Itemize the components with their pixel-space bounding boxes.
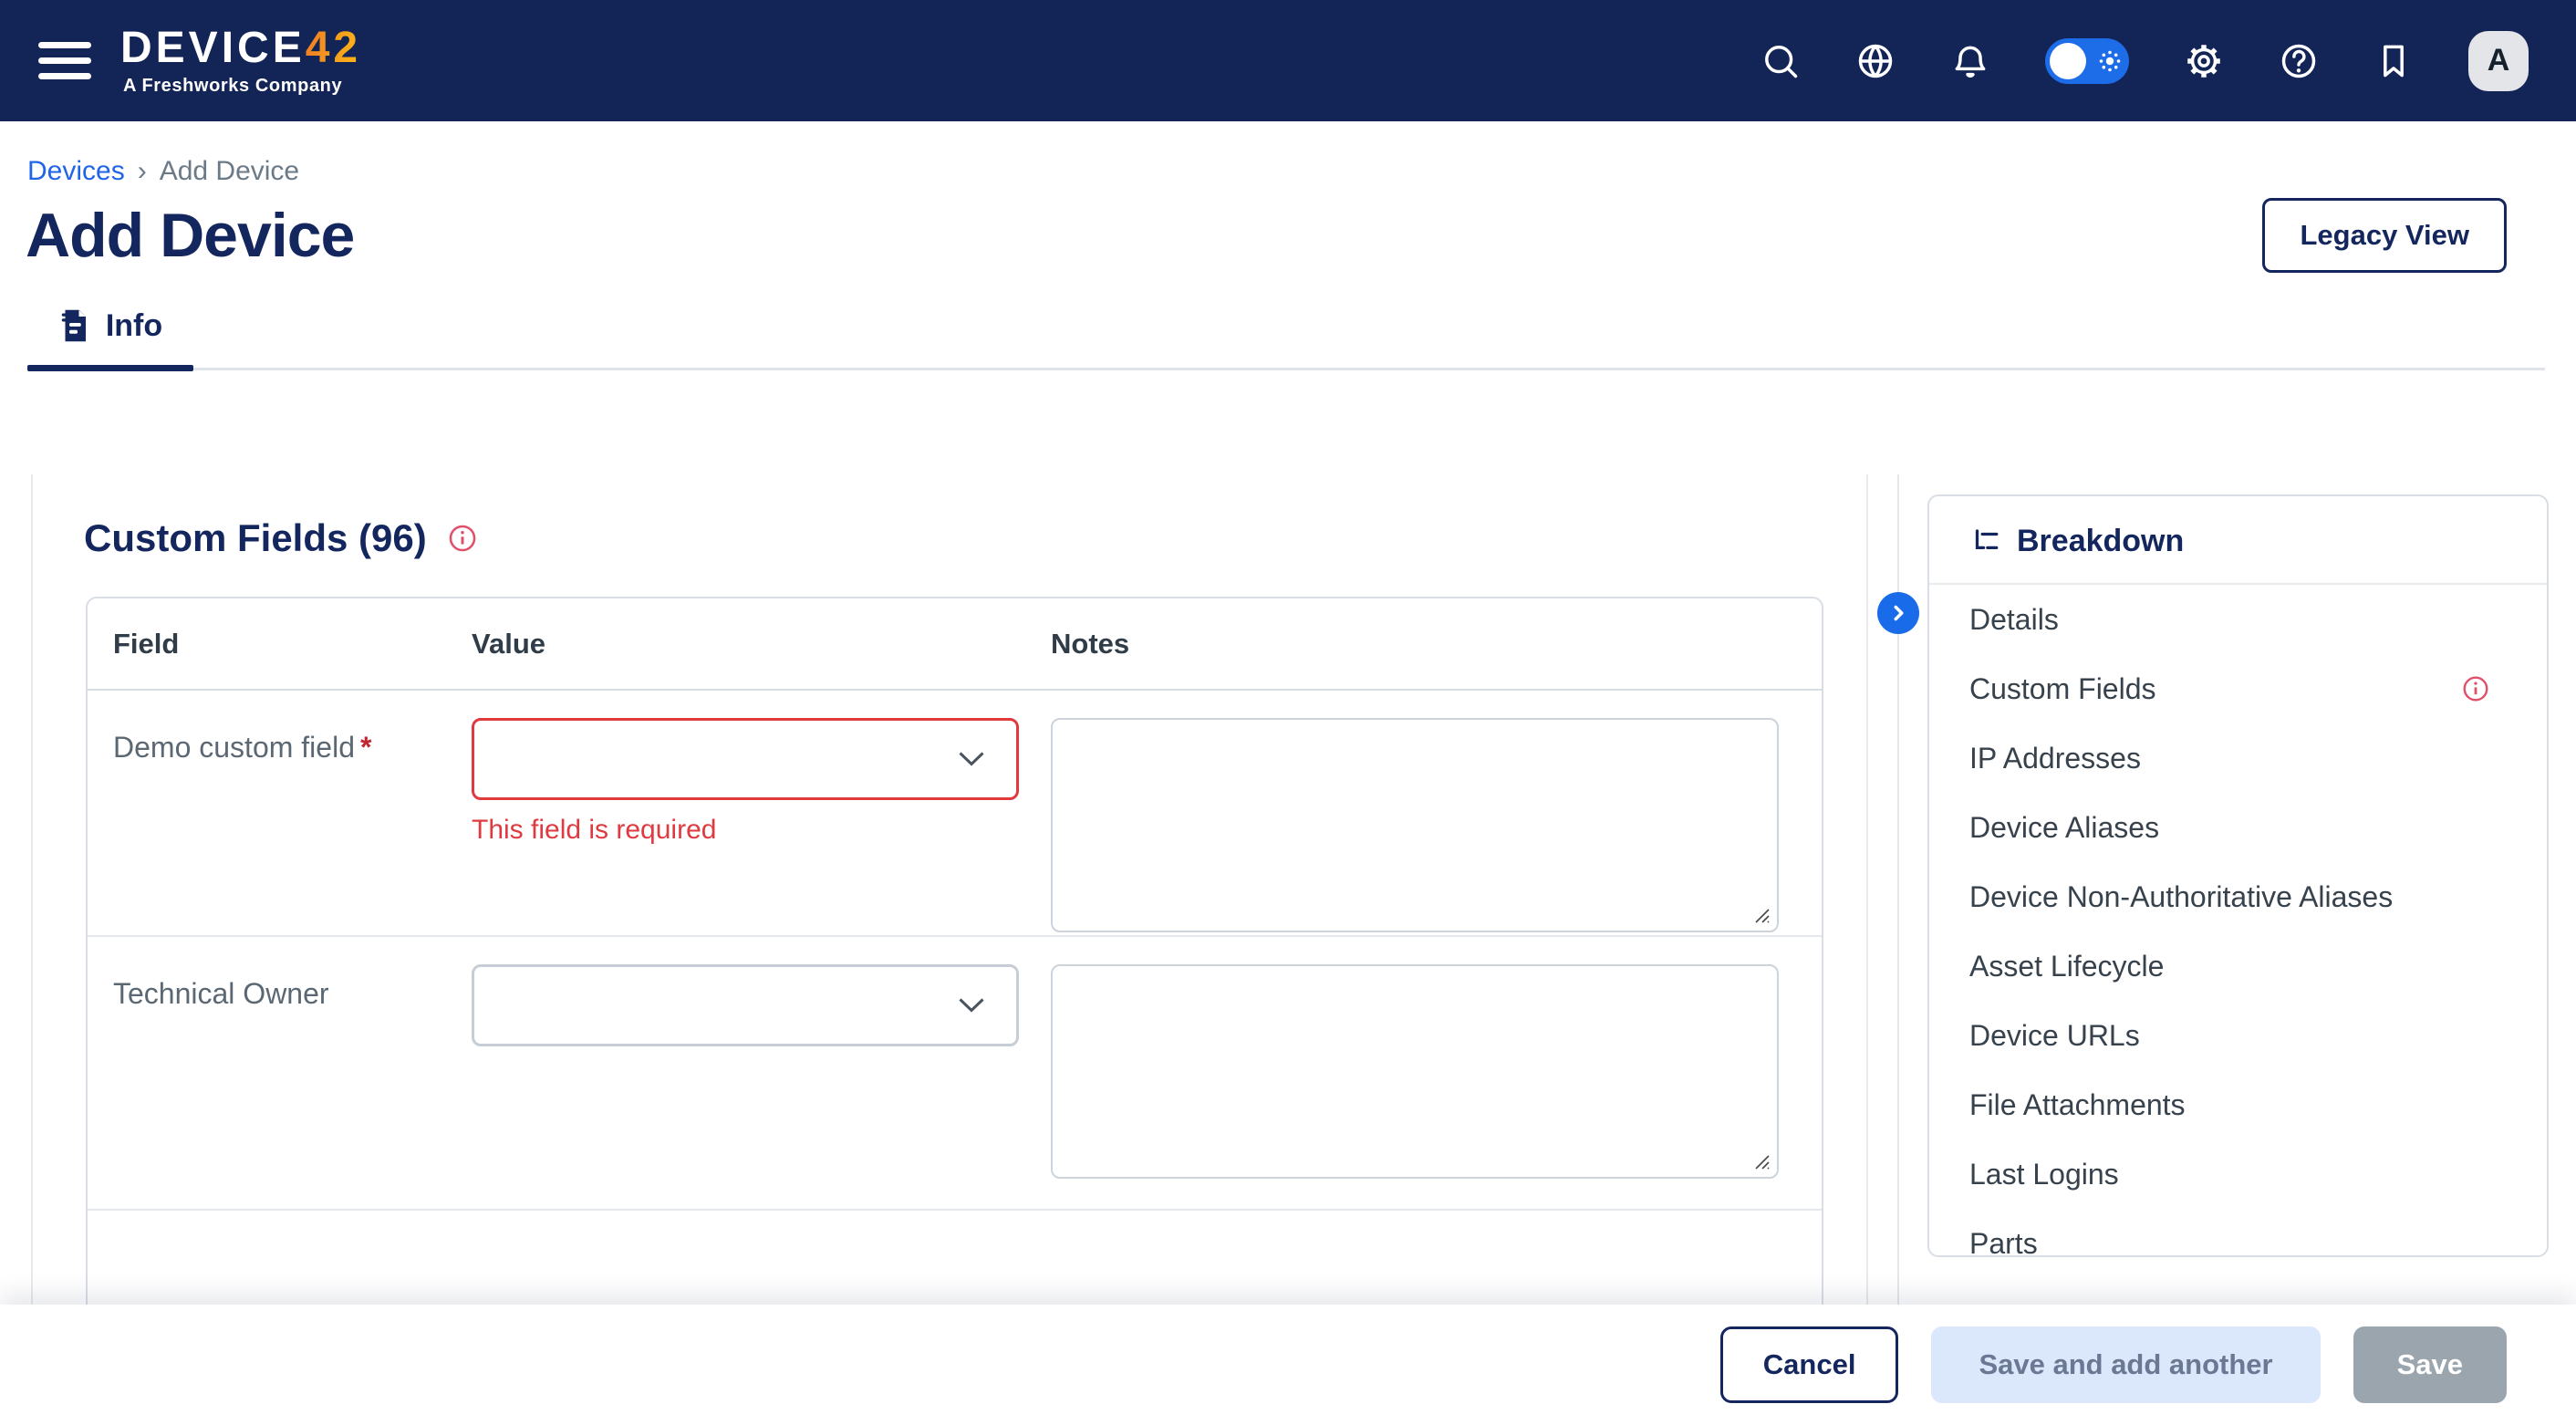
custom-fields-table: Field Value Notes Demo custom field* Thi…: [86, 597, 1823, 1305]
tab-bar: Info: [27, 307, 2545, 370]
theme-toggle[interactable]: [2045, 38, 2129, 84]
table-row: Demo custom field* This field is require…: [88, 691, 1822, 937]
breakdown-item-label: IP Addresses: [1969, 742, 2141, 775]
breakdown-item[interactable]: Device Aliases: [1929, 793, 2547, 862]
breakdown-item-label: Device Aliases: [1969, 811, 2159, 845]
breakdown-item[interactable]: IP Addresses: [1929, 723, 2547, 793]
legacy-view-button[interactable]: Legacy View: [2262, 198, 2507, 273]
toggle-knob: [2050, 43, 2086, 79]
chevron-down-icon: [958, 998, 985, 1014]
search-icon[interactable]: [1761, 41, 1801, 81]
help-icon[interactable]: [2279, 41, 2319, 81]
chevron-down-icon: [958, 752, 985, 767]
breadcrumb-devices-link[interactable]: Devices: [27, 156, 125, 187]
breakdown-item[interactable]: File Attachments: [1929, 1070, 2547, 1139]
footer-action-bar: Cancel Save and add another Save: [0, 1305, 2576, 1425]
page-title: Add Device: [26, 200, 354, 271]
breakdown-item[interactable]: Details: [1929, 585, 2547, 654]
breakdown-item[interactable]: Device URLs: [1929, 1001, 2547, 1070]
content-area: Custom Fields (96) Field Value Notes Dem…: [0, 474, 2576, 1305]
breakdown-item-label: Details: [1969, 603, 2059, 637]
breakdown-item-label: Parts: [1969, 1227, 2038, 1258]
breadcrumb-separator: ›: [138, 156, 147, 187]
brand-number: 42: [306, 24, 361, 72]
bookmark-icon[interactable]: [2373, 41, 2414, 81]
chevron-right-icon: [1886, 601, 1910, 625]
custom-fields-section: Custom Fields (96) Field Value Notes Dem…: [31, 474, 1868, 1305]
value-dropdown[interactable]: [472, 964, 1019, 1046]
resize-handle-icon[interactable]: [1748, 1148, 1771, 1171]
breadcrumb: Devices › Add Device: [0, 121, 2576, 187]
hamburger-menu-icon[interactable]: [38, 42, 91, 79]
sun-icon: [2096, 47, 2124, 75]
breakdown-list: Details Custom Fields IP Addresses Devic…: [1929, 585, 2547, 1257]
field-label: Demo custom field*: [113, 718, 472, 765]
field-label: Technical Owner: [113, 964, 472, 1011]
breakdown-item[interactable]: Parts: [1929, 1209, 2547, 1257]
tree-list-icon: [1969, 526, 2000, 557]
tab-info[interactable]: Info: [27, 307, 193, 368]
breakdown-item[interactable]: Custom Fields: [1929, 654, 2547, 723]
column-header-value: Value: [472, 628, 1051, 660]
brand-logo: DEVICE42 A Freshworks Company: [120, 26, 361, 95]
column-header-notes: Notes: [1051, 628, 1796, 660]
breakdown-item-label: Custom Fields: [1969, 672, 2156, 706]
breakdown-item[interactable]: Asset Lifecycle: [1929, 931, 2547, 1001]
brand-name: DEVICE: [120, 24, 306, 72]
save-button[interactable]: Save: [2353, 1326, 2507, 1403]
column-header-field: Field: [113, 628, 472, 660]
breakdown-item[interactable]: Device Non-Authoritative Aliases: [1929, 862, 2547, 931]
save-and-add-another-button[interactable]: Save and add another: [1931, 1326, 2320, 1403]
error-info-icon: [2461, 674, 2490, 703]
resize-handle-icon[interactable]: [1748, 901, 1771, 925]
sidebar-collapse-button[interactable]: [1877, 592, 1919, 634]
breadcrumb-current: Add Device: [160, 156, 299, 187]
notes-textarea[interactable]: [1051, 964, 1779, 1179]
globe-icon[interactable]: [1855, 41, 1896, 81]
topbar-actions: A: [1761, 31, 2529, 91]
required-asterisk: *: [360, 731, 371, 764]
breakdown-item-label: Last Logins: [1969, 1158, 2119, 1191]
gear-icon[interactable]: [2184, 41, 2224, 81]
document-icon: [58, 307, 91, 344]
breakdown-title: Breakdown: [2017, 524, 2184, 559]
value-dropdown[interactable]: [472, 718, 1019, 800]
tab-info-label: Info: [106, 308, 162, 344]
cancel-button[interactable]: Cancel: [1720, 1326, 1899, 1403]
field-error-message: This field is required: [472, 815, 1051, 846]
breakdown-item[interactable]: Last Logins: [1929, 1139, 2547, 1209]
breakdown-item-label: Device Non-Authoritative Aliases: [1969, 880, 2393, 914]
table-header-row: Field Value Notes: [88, 598, 1822, 691]
breakdown-panel: Breakdown Details Custom Fields IP Addre…: [1927, 494, 2549, 1257]
brand-tagline: A Freshworks Company: [120, 77, 361, 95]
table-row: Technical Owner: [88, 937, 1822, 1211]
breakdown-item-label: Device URLs: [1969, 1019, 2140, 1053]
error-info-icon[interactable]: [447, 523, 478, 554]
breakdown-header: Breakdown: [1929, 496, 2547, 585]
bell-icon[interactable]: [1950, 41, 1990, 81]
table-row: [88, 1211, 1822, 1305]
breakdown-item-label: File Attachments: [1969, 1088, 2186, 1122]
breakdown-item-label: Asset Lifecycle: [1969, 950, 2164, 983]
user-avatar[interactable]: A: [2468, 31, 2529, 91]
custom-fields-heading: Custom Fields (96): [84, 516, 427, 560]
notes-textarea[interactable]: [1051, 718, 1779, 932]
top-navbar: DEVICE42 A Freshworks Company A: [0, 0, 2576, 121]
